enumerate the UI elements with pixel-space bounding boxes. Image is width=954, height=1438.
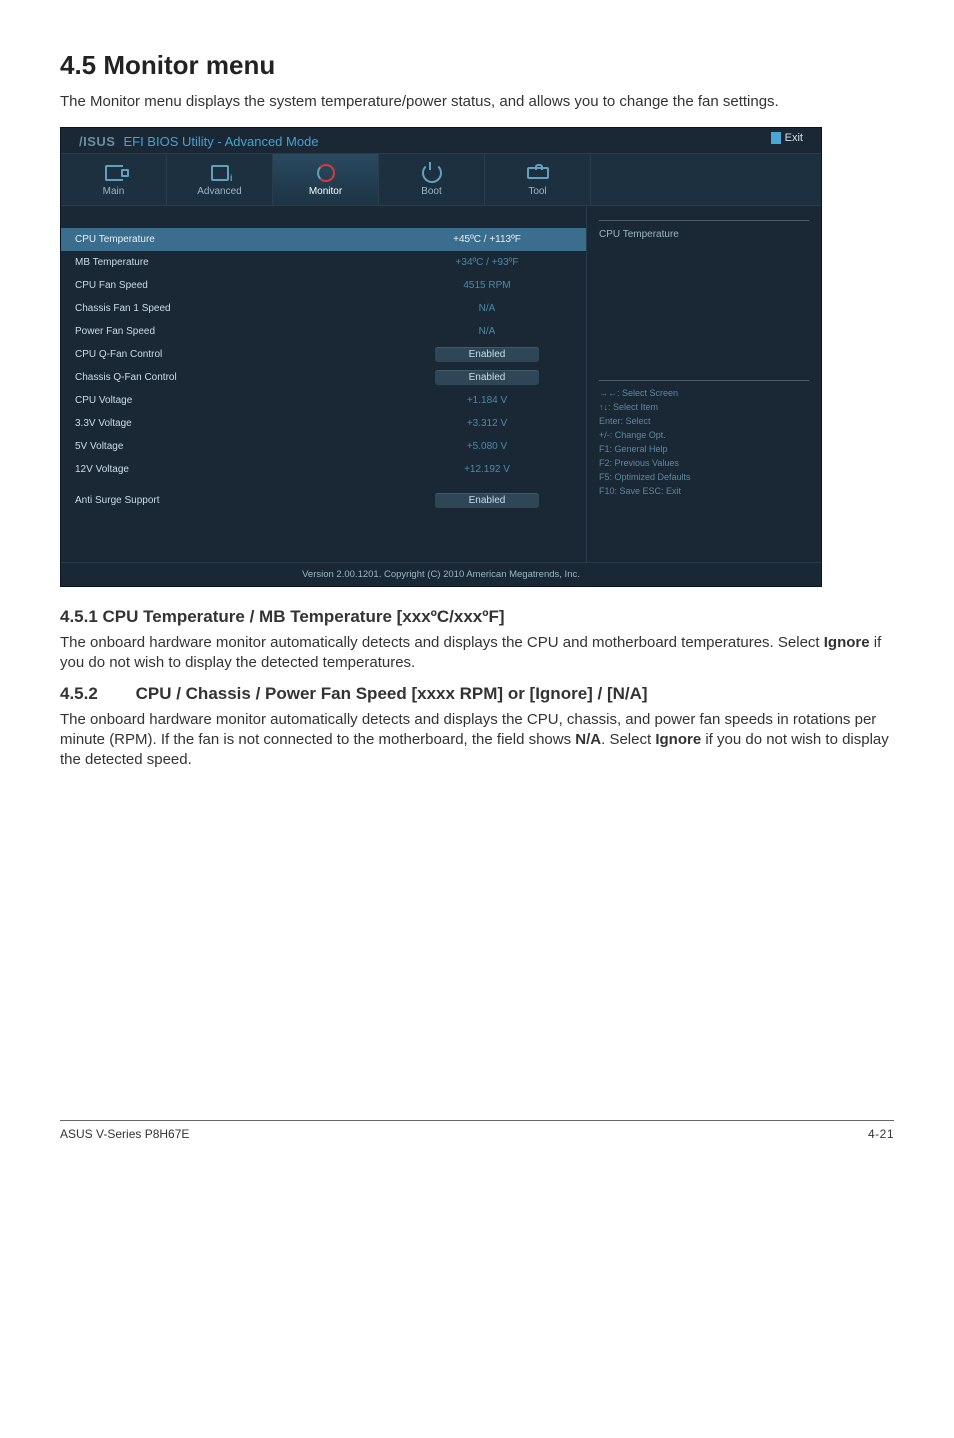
tab-boot[interactable]: Boot: [379, 154, 485, 205]
help-block: CPU Temperature: [599, 220, 809, 240]
row-3v3-voltage[interactable]: 3.3V Voltage +3.312 V: [61, 412, 586, 435]
row-cpu-temperature[interactable]: CPU Temperature +45ºC / +113ºF: [61, 228, 586, 251]
sub-451-text: The onboard hardware monitor automatical…: [60, 633, 894, 674]
row-12v-voltage[interactable]: 12V Voltage +12.192 V: [61, 458, 586, 481]
sub-452-text: The onboard hardware monitor automatical…: [60, 710, 894, 771]
row-power-fan-speed[interactable]: Power Fan Speed N/A: [61, 320, 586, 343]
section-heading: 4.5 Monitor menu: [60, 50, 894, 81]
tool-icon: [527, 167, 549, 179]
row-cpu-qfan-control[interactable]: CPU Q-Fan Control Enabled: [61, 343, 586, 366]
intro-paragraph: The Monitor menu displays the system tem…: [60, 91, 894, 112]
monitor-icon: [317, 164, 335, 182]
row-chassis-fan1-speed[interactable]: Chassis Fan 1 Speed N/A: [61, 297, 586, 320]
sub-heading-452: 4.5.2 CPU / Chassis / Power Fan Speed [x…: [60, 684, 894, 704]
row-5v-voltage[interactable]: 5V Voltage +5.080 V: [61, 435, 586, 458]
footer-right: 4-21: [868, 1127, 894, 1141]
tab-tool[interactable]: Tool: [485, 154, 591, 205]
advanced-icon: [211, 165, 229, 181]
row-cpu-voltage[interactable]: CPU Voltage +1.184 V: [61, 389, 586, 412]
row-chassis-qfan-control[interactable]: Chassis Q-Fan Control Enabled: [61, 366, 586, 389]
tab-monitor[interactable]: Monitor: [273, 154, 379, 205]
row-anti-surge[interactable]: Anti Surge Support Enabled: [61, 489, 586, 512]
row-mb-temperature[interactable]: MB Temperature +34ºC / +93ºF: [61, 251, 586, 274]
key-hints: →←: Select Screen ↑↓: Select Item Enter:…: [599, 380, 809, 499]
exit-icon: [771, 132, 781, 144]
brand-logo: /ISUS: [79, 134, 115, 149]
boot-icon: [422, 163, 442, 183]
exit-button[interactable]: Exit: [771, 132, 803, 144]
tab-main[interactable]: Main: [61, 154, 167, 205]
footer-left: ASUS V-Series P8H67E: [60, 1127, 189, 1141]
sub-heading-451: 4.5.1 CPU Temperature / MB Temperature […: [60, 607, 894, 627]
bios-title: EFI BIOS Utility - Advanced Mode: [123, 134, 318, 149]
row-cpu-fan-speed[interactable]: CPU Fan Speed 4515 RPM: [61, 274, 586, 297]
bios-footer: Version 2.00.1201. Copyright (C) 2010 Am…: [61, 562, 821, 586]
main-icon: [105, 165, 123, 181]
page-footer: ASUS V-Series P8H67E 4-21: [60, 1120, 894, 1141]
exit-label: Exit: [785, 132, 803, 144]
bios-screenshot: /ISUS EFI BIOS Utility - Advanced Mode E…: [60, 127, 822, 587]
tab-advanced[interactable]: Advanced: [167, 154, 273, 205]
